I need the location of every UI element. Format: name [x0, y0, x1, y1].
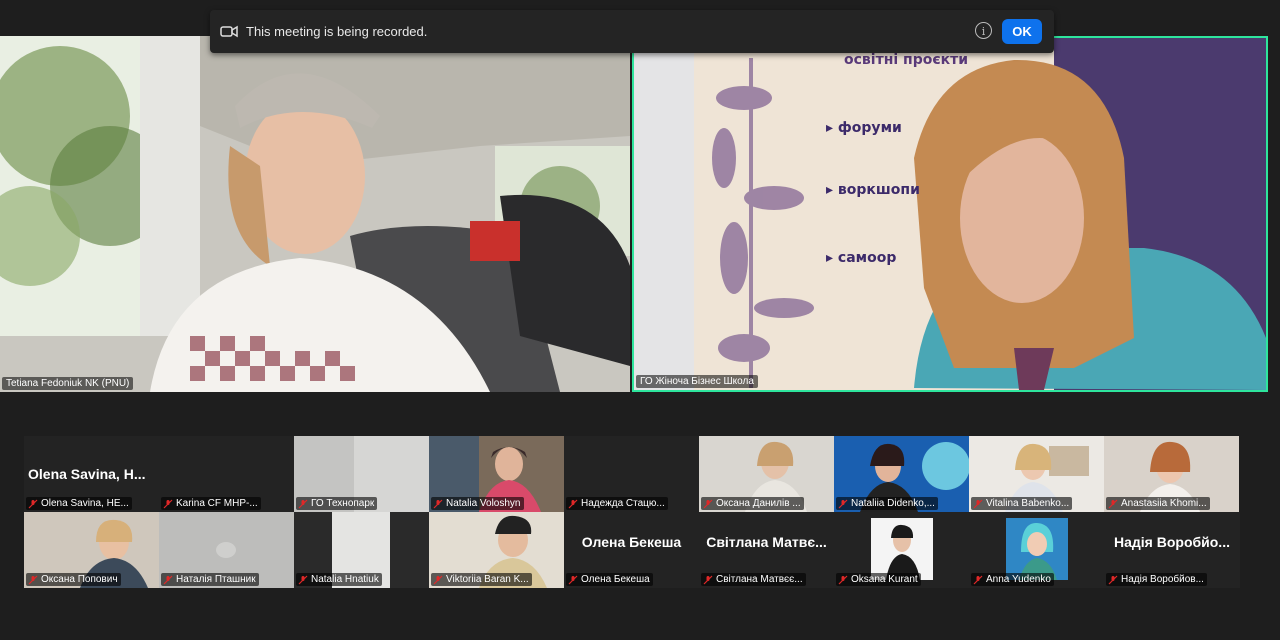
muted-mic-icon [973, 575, 983, 585]
muted-mic-icon [1108, 575, 1118, 585]
participant-tile[interactable]: Vitalina Babenko... [969, 436, 1104, 512]
muted-mic-icon [703, 499, 713, 509]
participant-name: Anastasiia Khomi... [1106, 497, 1210, 510]
video-frame [634, 38, 1266, 390]
participant-name: Nataliia Didenko,... [836, 497, 938, 510]
muted-mic-icon [838, 499, 848, 509]
muted-mic-icon [1108, 499, 1118, 509]
muted-mic-icon [28, 575, 38, 585]
participant-name: Natalia Hnatiuk [296, 573, 382, 586]
muted-mic-icon [298, 499, 308, 509]
participant-tile[interactable]: Світлана Матвє... Світлана Матвєє... [699, 512, 834, 588]
participant-name: Vitalina Babenko... [971, 497, 1073, 510]
banner-text-3: ▸ воркшопи [826, 182, 920, 198]
participant-name: Olena Savina, HE... [26, 497, 132, 510]
participant-display-name: Olena Savina, H... [28, 466, 146, 482]
participant-display-name: Надія Воробйо... [1114, 534, 1230, 550]
info-icon[interactable]: i [975, 22, 992, 39]
muted-mic-icon [568, 575, 578, 585]
participant-tile[interactable]: Оксана Попович [24, 512, 159, 588]
muted-mic-icon [163, 499, 173, 509]
participant-tile[interactable]: Nataliia Didenko,... [834, 436, 969, 512]
participant-name: Наталія Пташник [161, 573, 259, 586]
participant-tile[interactable]: Natalia Voloshyn [429, 436, 564, 512]
participant-name: Natalia Voloshyn [431, 497, 524, 510]
participant-tile[interactable]: Natalia Hnatiuk [294, 512, 429, 588]
participant-display-name: Олена Бекеша [581, 534, 682, 550]
participant-name: Оксана Попович [26, 573, 121, 586]
recording-banner: This meeting is being recorded. i OK [210, 10, 1054, 53]
participant-name: ГО Жіноча Бізнес Школа [636, 375, 758, 388]
participant-name: Oksana Kurant [836, 573, 921, 586]
muted-mic-icon [433, 575, 443, 585]
muted-mic-icon [838, 575, 848, 585]
participant-name: Tetiana Fedoniuk NK (PNU) [2, 377, 134, 390]
participant-name: Надежда Стацю... [566, 497, 668, 510]
participant-name: Олена Бекеша [566, 573, 653, 586]
participant-gallery: Olena Savina, H... Olena Savina, HE... K… [24, 436, 1240, 588]
muted-mic-icon [568, 499, 578, 509]
participant-tile[interactable]: Олена Бекеша Олена Бекеша [564, 512, 699, 588]
participant-display-name: Світлана Матвє... [706, 534, 827, 550]
participant-tile[interactable]: Надія Воробйо... Надія Воробйов... [1104, 512, 1240, 588]
video-frame [0, 36, 630, 392]
video-tile-main-2-active-speaker[interactable]: освітні проєкти ▸ форуми ▸ воркшопи ▸ са… [632, 36, 1268, 392]
muted-mic-icon [703, 575, 713, 585]
participant-name: ГО Технопарк [296, 497, 378, 510]
recording-camera-icon [220, 24, 242, 40]
banner-text-2: ▸ форуми [826, 120, 902, 136]
participant-name: Viktoriia Baran K... [431, 573, 532, 586]
participant-tile[interactable]: Оксана Данилів ... [699, 436, 834, 512]
participant-name: Оксана Данилів ... [701, 497, 804, 510]
participant-tile[interactable]: Anastasiia Khomi... [1104, 436, 1239, 512]
ok-button[interactable]: OK [1002, 19, 1042, 44]
participant-tile[interactable]: Olena Savina, H... Olena Savina, HE... [24, 436, 159, 512]
muted-mic-icon [433, 499, 443, 509]
banner-text-1: освітні проєкти [844, 52, 969, 68]
recording-message: This meeting is being recorded. [246, 24, 428, 39]
video-tile-main-1[interactable]: Tetiana Fedoniuk NK (PNU) [0, 36, 630, 392]
participant-name: Надія Воробйов... [1106, 573, 1207, 586]
muted-mic-icon [973, 499, 983, 509]
participant-name: Світлана Матвєє... [701, 573, 806, 586]
muted-mic-icon [163, 575, 173, 585]
participant-name: Karina CF МНР-... [161, 497, 261, 510]
participant-tile[interactable]: Viktoriia Baran K... [429, 512, 564, 588]
participant-name: Anna Yudenko [971, 573, 1054, 586]
participant-tile[interactable]: ГО Технопарк [294, 436, 429, 512]
participant-tile[interactable]: Наталія Пташник [159, 512, 294, 588]
banner-text-4: ▸ самоор [826, 250, 897, 266]
participant-tile[interactable]: Надежда Стацю... [564, 436, 699, 512]
participant-tile[interactable]: Oksana Kurant [834, 512, 969, 588]
participant-tile[interactable]: Karina CF МНР-... [159, 436, 294, 512]
muted-mic-icon [28, 499, 38, 509]
participant-tile[interactable]: Anna Yudenko [969, 512, 1104, 588]
muted-mic-icon [298, 575, 308, 585]
